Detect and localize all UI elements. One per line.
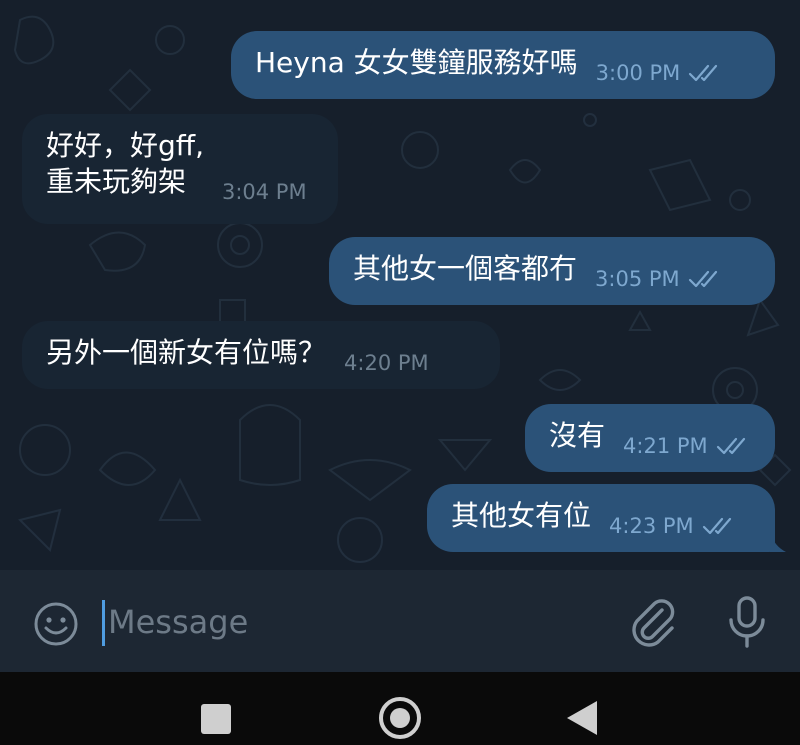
outgoing-message[interactable]: 其他女一個客都冇 3:05 PM bbox=[329, 237, 775, 305]
message-time: 4:21 PM bbox=[623, 434, 708, 458]
message-meta: 4:20 PM bbox=[344, 351, 429, 375]
double-check-icon bbox=[689, 64, 718, 82]
message-text: 另外一個新女有位嗎？ bbox=[46, 336, 327, 369]
outgoing-message[interactable]: 其他女有位 4:23 PM bbox=[427, 484, 775, 552]
telegram-chat-screen: Heyna 女女雙鐘服務好嗎 3:00 PM 好好，好gff, 重未玩夠架 3:04… bbox=[0, 0, 800, 745]
message-composer: Message bbox=[0, 570, 800, 672]
microphone-icon[interactable] bbox=[726, 596, 768, 650]
double-check-icon bbox=[716, 437, 745, 455]
triangle-back-icon[interactable] bbox=[565, 699, 599, 737]
message-time: 3:00 PM bbox=[595, 61, 681, 85]
message-meta: 3:04 PM bbox=[222, 180, 307, 204]
message-time: 3:05 PM bbox=[595, 267, 680, 291]
message-text: 其他女一個客都冇 bbox=[353, 252, 578, 285]
message-time: 3:04 PM bbox=[221, 180, 307, 204]
message-text: Heyna 女女雙鐘服務好嗎 bbox=[255, 46, 578, 79]
emoji-icon[interactable] bbox=[32, 600, 80, 648]
incoming-message[interactable]: 好好，好gff, 重未玩夠架 3:04 PM bbox=[22, 114, 338, 224]
square-icon[interactable] bbox=[199, 702, 233, 736]
outgoing-message[interactable]: 沒有 4:21 PM bbox=[525, 404, 775, 472]
message-text: 沒有 bbox=[549, 419, 606, 452]
system-navigation-bar bbox=[0, 672, 800, 745]
message-meta: 4:23 PM bbox=[609, 514, 736, 538]
circle-icon[interactable] bbox=[376, 694, 424, 742]
message-text: 其他女有位 bbox=[451, 499, 592, 532]
message-meta: 3:00 PM bbox=[596, 61, 723, 85]
message-time: 4:20 PM bbox=[344, 351, 429, 375]
double-check-icon bbox=[702, 517, 731, 535]
outgoing-message[interactable]: Heyna 女女雙鐘服務好嗎 3:00 PM bbox=[231, 31, 775, 99]
double-check-icon bbox=[688, 270, 717, 288]
message-time: 4:23 PM bbox=[609, 514, 694, 538]
message-meta: 3:05 PM bbox=[595, 267, 722, 291]
message-input[interactable]: Message bbox=[108, 602, 248, 642]
message-text: 好好，好gff, 重未玩夠架 bbox=[46, 129, 204, 198]
incoming-message[interactable]: 另外一個新女有位嗎？ 4:20 PM bbox=[22, 321, 500, 389]
bubble-tail bbox=[770, 532, 786, 552]
message-list[interactable]: Heyna 女女雙鐘服務好嗎 3:00 PM 好好，好gff, 重未玩夠架 3:04… bbox=[0, 0, 800, 570]
paperclip-icon[interactable] bbox=[628, 596, 678, 648]
message-meta: 4:21 PM bbox=[623, 434, 750, 458]
text-cursor bbox=[102, 600, 105, 646]
